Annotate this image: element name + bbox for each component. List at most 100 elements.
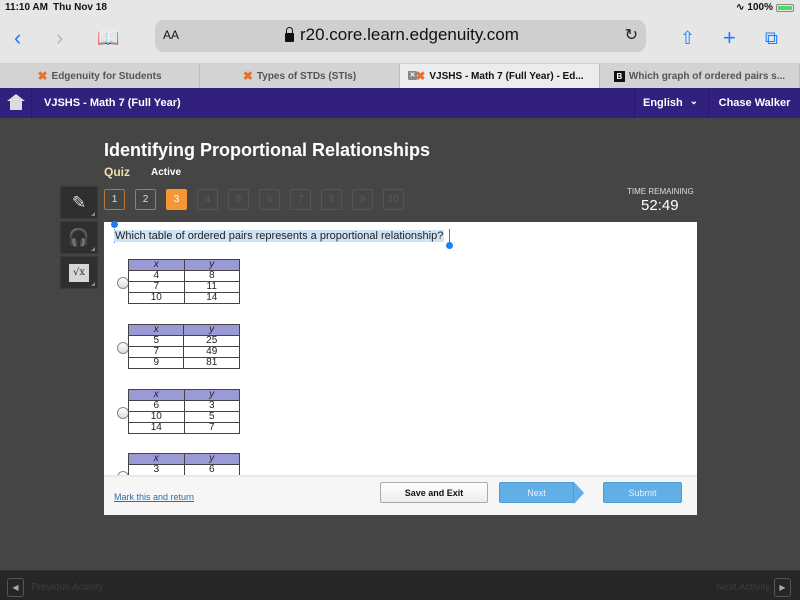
edgenuity-logo-icon: ✖	[242, 69, 253, 83]
chevron-down-icon: ⌄	[689, 96, 698, 107]
question-button[interactable]: 2	[135, 189, 156, 210]
table-cell: 9	[127, 357, 185, 369]
previous-activity-button[interactable]: ◀	[7, 578, 24, 597]
table-cell: 10	[128, 411, 185, 423]
next-activity-label[interactable]: Next Activity	[716, 582, 770, 593]
browser-tab-active[interactable]: ✕ ✖ VJSHS - Math 7 (Full Year) - Ed...	[400, 64, 600, 88]
question-button[interactable]: 1	[104, 189, 125, 210]
activity-type: Quiz	[104, 165, 130, 179]
previous-activity-label[interactable]: Previous Activity	[31, 582, 104, 593]
edgenuity-logo-icon: ✖	[37, 69, 48, 83]
browser-tab[interactable]: ✖ Edgenuity for Students	[0, 64, 200, 88]
course-title[interactable]: VJSHS - Math 7 (Full Year)	[44, 97, 181, 109]
question-button: 5	[228, 189, 249, 210]
question-button: 10	[383, 189, 404, 210]
table-row: 5 25	[127, 335, 240, 347]
selection-handle-start[interactable]	[111, 221, 118, 228]
ordered-pairs-table: xy 48 7 11 10 14	[128, 259, 240, 304]
pencil-tool[interactable]: ✎	[60, 186, 98, 219]
activity-nav-bar: ◀ Previous Activity Next Activity ▶	[0, 570, 800, 600]
tab-label: Types of STDs (STIs)	[256, 70, 357, 82]
question-button: 6	[259, 189, 280, 210]
user-name: Chase Walker	[718, 97, 791, 109]
table-header: y	[183, 259, 240, 271]
table-row: 10 14	[128, 292, 240, 304]
question-text: Which table of ordered pairs represents …	[114, 230, 445, 242]
table-cell: 4	[128, 270, 185, 282]
close-tab-icon[interactable]: ✕	[408, 71, 417, 80]
headphones-icon: 🎧	[68, 227, 90, 247]
question-button: 8	[321, 189, 342, 210]
brainly-logo-icon: B	[613, 70, 625, 82]
table-row: 36	[128, 464, 240, 476]
table-header: x	[128, 453, 185, 465]
language-label: English	[643, 97, 683, 109]
table-row: 14 7	[128, 422, 241, 434]
table-row: 10 5	[128, 411, 241, 423]
table-header: y	[183, 389, 241, 401]
app-header: VJSHS - Math 7 (Full Year) English ⌄ Cha…	[0, 88, 800, 118]
forward-icon[interactable]: ›	[56, 24, 63, 52]
url-display[interactable]: r20.core.learn.edgenuity.com	[285, 25, 519, 45]
next-button[interactable]: Next	[499, 482, 584, 504]
status-bar: 11:10 AM Thu Nov 18 ∿ 100%	[0, 0, 800, 16]
table-cell: 25	[183, 335, 240, 347]
save-and-exit-button[interactable]: Save and Exit	[380, 482, 488, 503]
new-tab-icon[interactable]: +	[723, 24, 736, 52]
read-aloud-tool[interactable]: 🎧	[60, 221, 98, 254]
tool-palette: ✎ 🎧 √x	[60, 186, 98, 291]
bookmarks-icon[interactable]: 📖	[97, 24, 119, 52]
timer-value: 52:49	[641, 197, 679, 214]
tab-label: Edgenuity for Students	[51, 70, 162, 82]
back-icon[interactable]: ‹	[14, 24, 21, 52]
reload-icon[interactable]: ↻	[625, 25, 638, 45]
mark-and-return-link[interactable]: Mark this and return	[114, 492, 194, 502]
tab-label: VJSHS - Math 7 (Full Year) - Ed...	[429, 70, 584, 82]
table-cell: 7	[128, 281, 185, 293]
caret-left-icon: ◀	[12, 583, 19, 592]
table-cell: 11	[183, 281, 240, 293]
ordered-pairs-table: xy 5 25 7 49 9 81	[127, 324, 240, 369]
table-cell: 7	[127, 346, 185, 358]
language-select[interactable]: English ⌄	[634, 88, 708, 118]
submit-button[interactable]: Submit	[603, 482, 682, 503]
table-cell: 81	[183, 357, 240, 369]
user-menu[interactable]: Chase Walker	[708, 88, 800, 118]
table-row: 63	[128, 400, 241, 412]
calculator-tool[interactable]: √x	[60, 256, 98, 289]
status-date: Thu Nov 18	[53, 2, 107, 13]
tab-label: Which graph of ordered pairs s...	[628, 70, 786, 82]
table-cell: 10	[128, 292, 185, 304]
table-cell: 14	[183, 292, 240, 304]
ordered-pairs-table: xy 63 10 5 14 7	[128, 389, 241, 434]
table-row: 7 11	[128, 281, 240, 293]
table-cell: 6	[183, 464, 240, 476]
lock-icon	[285, 26, 294, 42]
next-activity-button[interactable]: ▶	[774, 578, 791, 597]
browser-tab[interactable]: ✖ Types of STDs (STIs)	[200, 64, 400, 88]
question-footer: Mark this and return Save and Exit Next …	[104, 475, 697, 515]
question-panel: Which table of ordered pairs represents …	[104, 221, 697, 515]
activity-status: Active	[151, 167, 182, 178]
caret-right-icon: ▶	[779, 583, 786, 592]
timer-label: TIME REMAINING	[627, 187, 694, 196]
table-cell: 5	[183, 411, 241, 423]
table-row: 7 49	[127, 346, 240, 358]
tabs-icon[interactable]: ⧉	[765, 24, 778, 52]
browser-tabs: ✖ Edgenuity for Students ✖ Types of STDs…	[0, 64, 800, 88]
table-cell: 6	[128, 400, 185, 412]
question-button-current[interactable]: 3	[166, 189, 187, 210]
calculator-icon: √x	[69, 263, 89, 282]
url-text: r20.core.learn.edgenuity.com	[300, 25, 519, 44]
table-cell: 7	[183, 422, 241, 434]
table-row: 48	[128, 270, 240, 282]
browser-tab[interactable]: B Which graph of ordered pairs s...	[600, 64, 800, 88]
home-button[interactable]	[0, 88, 32, 118]
address-bar[interactable]: AA r20.core.learn.edgenuity.com ↻	[155, 20, 646, 52]
share-icon[interactable]: ⇧	[680, 24, 695, 52]
table-header: x	[128, 389, 185, 401]
text-size-button[interactable]: AA	[163, 28, 179, 42]
wifi-icon: ∿	[736, 2, 745, 13]
browser-toolbar: ‹ › 📖 AA r20.core.learn.edgenuity.com ↻ …	[0, 16, 800, 64]
selection-handle-end[interactable]	[446, 242, 453, 249]
